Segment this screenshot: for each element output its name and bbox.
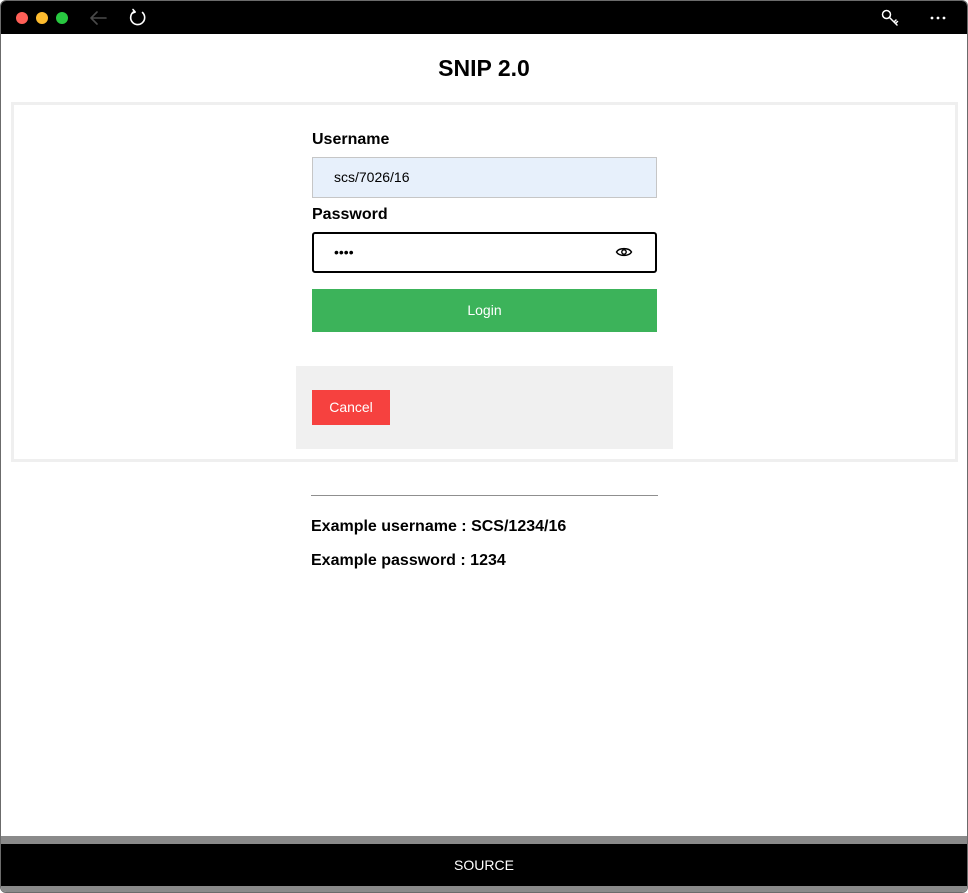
title-bar	[1, 1, 967, 34]
more-icon[interactable]	[927, 7, 949, 29]
source-button[interactable]: SOURCE	[1, 844, 967, 886]
username-input[interactable]: scs/7026/16	[312, 157, 657, 198]
back-arrow-icon[interactable]	[87, 7, 109, 29]
divider	[311, 495, 658, 496]
zoom-window-button[interactable]	[56, 12, 68, 24]
password-input[interactable]: ••••	[312, 232, 657, 273]
minimize-window-button[interactable]	[36, 12, 48, 24]
username-label: Username	[312, 131, 390, 148]
login-button[interactable]: Login	[312, 289, 657, 332]
key-icon[interactable]	[879, 7, 901, 29]
example-username-text: Example username : SCS/1234/16	[311, 518, 567, 535]
footer-divider	[1, 836, 967, 844]
example-password-text: Example password : 1234	[311, 552, 506, 569]
page-title: SNIP 2.0	[438, 55, 530, 81]
eye-icon[interactable]	[615, 244, 633, 260]
footer-bottom-strip	[1, 886, 967, 892]
close-window-button[interactable]	[16, 12, 28, 24]
browser-window: SNIP 2.0 Username scs/7026/16 Password •…	[0, 0, 968, 893]
cancel-button[interactable]: Cancel	[312, 390, 390, 425]
reload-icon[interactable]	[127, 7, 149, 29]
password-label: Password	[312, 206, 388, 223]
